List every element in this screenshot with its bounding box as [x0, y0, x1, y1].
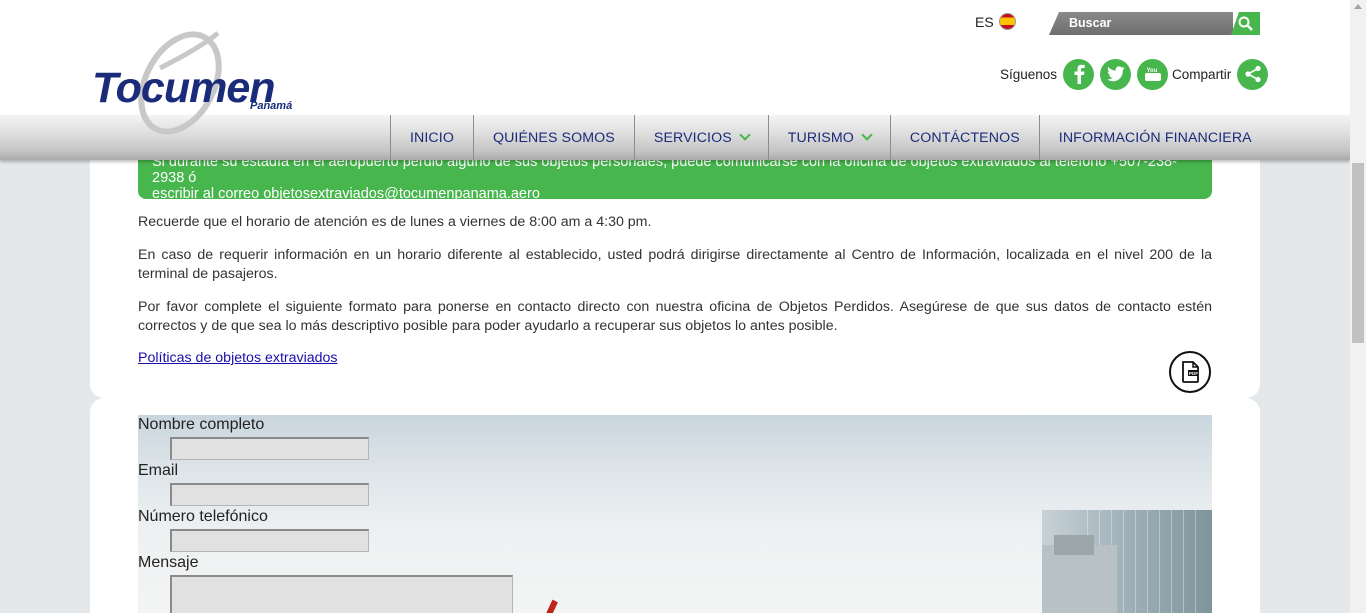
search-icon — [1238, 16, 1253, 31]
svg-text:PDF: PDF — [1189, 371, 1198, 376]
facebook-icon[interactable] — [1063, 58, 1095, 90]
chevron-down-icon — [739, 129, 751, 141]
share-icon[interactable] — [1237, 58, 1269, 90]
email-input[interactable] — [170, 483, 369, 506]
search-box: Buscar — [1049, 12, 1260, 35]
nav-item-información-financiera[interactable]: INFORMACIÓN FINANCIERA — [1038, 115, 1271, 160]
nav-menu: INICIO QUIÉNES SOMOS SERVICIOS TURISMO CONTÁ… — [390, 115, 1271, 160]
phone-input[interactable] — [170, 529, 369, 552]
youtube-icon[interactable]: You — [1137, 58, 1169, 90]
logo-wordmark: Tocumen — [92, 64, 276, 112]
nav-item-contáctenos[interactable]: CONTÁCTENOS — [889, 115, 1039, 160]
social-links: Síguenos You Compartir — [1000, 58, 1269, 90]
notice-line-2: escribir al correo objetosextraviados@to… — [152, 186, 540, 199]
message-label: Mensaje — [138, 554, 199, 571]
info-center-text: En caso de requerir información en un ho… — [138, 247, 1212, 282]
language-selector[interactable]: ES — [975, 13, 1016, 30]
search-button[interactable] — [1231, 12, 1260, 35]
spain-flag-icon — [998, 13, 1016, 30]
lost-items-policy-link[interactable]: Políticas de objetos extraviados — [138, 350, 338, 366]
nav-item-turismo[interactable]: TURISMO — [767, 115, 890, 160]
pdf-download-button[interactable]: PDF — [1169, 351, 1211, 393]
phone-label: Número telefónico — [138, 508, 268, 525]
email-label: Email — [138, 462, 179, 479]
office-hours-text: Recuerde que el horario de atención es d… — [138, 214, 652, 230]
background-photo-red-marker — [544, 599, 558, 613]
name-label: Nombre completo — [138, 416, 265, 433]
nav-item-servicios[interactable]: SERVICIOS — [633, 115, 768, 160]
name-input[interactable] — [170, 437, 369, 460]
contact-form: Nombre completo Email Número telefónico … — [138, 415, 1212, 613]
nav-item-inicio[interactable]: INICIO — [390, 115, 473, 160]
vertical-scrollbar[interactable] — [1350, 0, 1366, 613]
scroll-up-arrow-icon[interactable] — [1354, 4, 1362, 9]
form-instructions-text: Por favor complete el siguiente formato … — [138, 299, 1212, 334]
nav-item-label: QUIÉNES SOMOS — [492, 129, 615, 146]
nav-item-label: SERVICIOS — [653, 129, 732, 146]
share-label: Compartir — [1172, 66, 1232, 82]
nav-item-quiénes-somos[interactable]: QUIÉNES SOMOS — [472, 115, 634, 160]
nav-item-label: CONTÁCTENOS — [909, 129, 1020, 146]
nav-item-label: TURISMO — [787, 129, 854, 146]
pdf-icon: PDF — [1182, 361, 1199, 383]
language-label: ES — [975, 13, 994, 30]
chevron-down-icon — [861, 129, 873, 141]
background-photo-annex — [1042, 545, 1117, 613]
search-input[interactable]: Buscar — [1049, 12, 1233, 35]
twitter-icon[interactable] — [1100, 58, 1132, 90]
scrollbar-thumb[interactable] — [1352, 163, 1364, 343]
message-textarea[interactable] — [170, 575, 513, 613]
nav-item-label: INICIO — [410, 129, 454, 146]
site-logo[interactable]: Tocumen Panamá — [90, 28, 310, 138]
background-photo-tower — [1054, 535, 1094, 555]
logo-country: Panamá — [250, 100, 293, 112]
nav-item-label: INFORMACIÓN FINANCIERA — [1058, 129, 1252, 146]
follow-label: Síguenos — [1000, 66, 1058, 82]
